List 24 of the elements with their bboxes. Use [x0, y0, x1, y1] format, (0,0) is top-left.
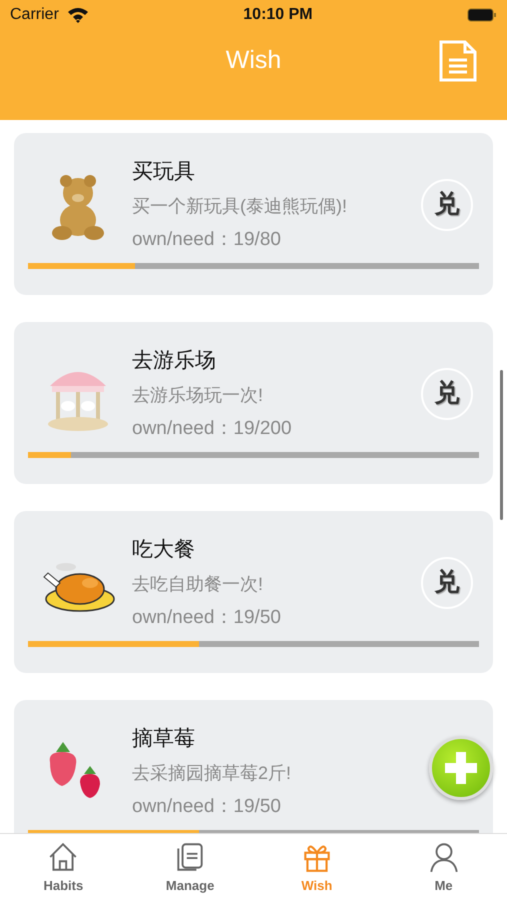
- wish-description: 买一个新玩具(泰迪熊玩偶)!: [132, 195, 347, 218]
- document-icon[interactable]: [437, 40, 479, 82]
- wish-title: 买玩具: [132, 158, 195, 184]
- tab[interactable]: Habits: [0, 834, 127, 900]
- progress-count: own/need：19/80: [132, 228, 281, 252]
- wish-title: 吃大餐: [132, 536, 195, 562]
- redeem-button[interactable]: 兑: [421, 368, 473, 420]
- wish-title: 去游乐场: [132, 348, 216, 374]
- battery-icon: [467, 8, 498, 22]
- tab[interactable]: Me: [380, 834, 507, 900]
- screen-title: Wish: [226, 45, 282, 76]
- wifi-icon: [66, 7, 89, 23]
- progress-count: own/need：19/200: [132, 417, 292, 441]
- wish-title: 摘草莓: [132, 726, 195, 752]
- carrier-name: Carrier: [10, 5, 59, 25]
- redeem-button[interactable]: 兑: [421, 557, 473, 609]
- progress-count: own/need：19/50: [132, 795, 281, 819]
- progress-count: own/need：19/50: [132, 606, 281, 630]
- redeem-button[interactable]: 兑: [421, 179, 473, 231]
- status-time: 10:10 PM: [243, 5, 313, 25]
- wish-description: 去游乐场玩一次!: [132, 384, 264, 407]
- wish-description: 去采摘园摘草莓2斤!: [132, 762, 292, 785]
- tab[interactable]: Manage: [126, 834, 254, 900]
- wish-description: 去吃自助餐一次!: [132, 573, 264, 596]
